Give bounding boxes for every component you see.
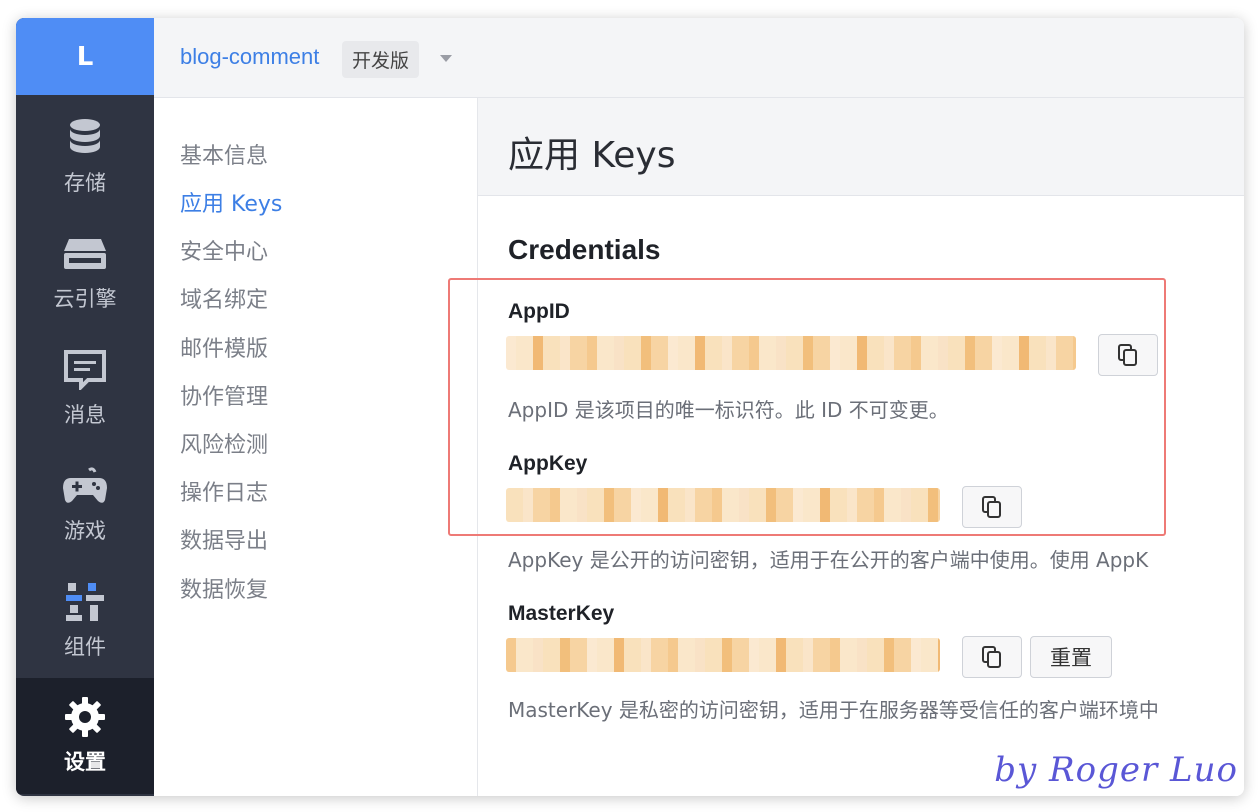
redacted-pixel	[884, 638, 894, 672]
message-icon	[62, 347, 108, 393]
masterkey-label: MasterKey	[508, 602, 615, 625]
redacted-pixel	[641, 638, 651, 672]
subnav-item-security[interactable]: 安全中心	[180, 234, 268, 266]
subnav-item-collaboration[interactable]: 协作管理	[180, 379, 268, 411]
rail-item-settings[interactable]: 设置	[16, 678, 154, 794]
main-rail: L 存储 云引擎 消息 游戏 组件 设置	[16, 18, 154, 796]
redacted-pixel	[506, 638, 516, 672]
redacted-pixel	[840, 638, 857, 672]
redacted-pixel	[803, 638, 813, 672]
subnav-item-export[interactable]: 数据导出	[180, 523, 268, 555]
subnav-item-risk[interactable]: 风险检测	[180, 427, 268, 459]
subnav-item-app-keys[interactable]: 应用 Keys	[180, 186, 282, 218]
content-header: 应用 Keys	[478, 98, 1244, 196]
app-header: blog-comment 开发版	[154, 18, 1244, 98]
redacted-pixel	[614, 638, 624, 672]
rail-item-components[interactable]: 组件	[16, 559, 154, 675]
appkey-help: AppKey 是公开的访问密钥，适用于在公开的客户端中使用。使用 AppK	[508, 548, 1149, 572]
subnav-item-basic-info[interactable]: 基本信息	[180, 138, 268, 170]
redacted-pixel	[560, 638, 570, 672]
redacted-pixel	[857, 638, 867, 672]
author-watermark: by Roger Luo	[994, 750, 1238, 790]
redacted-pixel	[570, 638, 587, 672]
copy-icon	[982, 646, 1001, 668]
redacted-pixel	[911, 638, 921, 672]
redacted-pixel	[759, 638, 776, 672]
redacted-pixel	[624, 638, 641, 672]
subnav-item-restore[interactable]: 数据恢复	[180, 572, 268, 604]
highlight-annotation	[448, 278, 1166, 536]
rail-item-label: 云引擎	[53, 287, 117, 311]
database-icon	[62, 115, 108, 161]
redacted-pixel	[786, 638, 803, 672]
rail-item-label: 组件	[64, 635, 106, 659]
subnav-item-domain[interactable]: 域名绑定	[180, 282, 268, 314]
redacted-pixel	[894, 638, 911, 672]
redacted-pixel	[867, 638, 884, 672]
redacted-pixel	[543, 638, 560, 672]
redacted-pixel	[813, 638, 830, 672]
redacted-pixel	[722, 638, 732, 672]
rail-item-label: 设置	[64, 750, 106, 774]
redacted-pixel	[516, 638, 533, 672]
masterkey-value-redacted	[506, 638, 940, 672]
rail-item-label: 消息	[64, 403, 106, 427]
redacted-pixel	[587, 638, 597, 672]
rail-item-storage[interactable]: 存储	[16, 95, 154, 211]
redacted-pixel	[776, 638, 786, 672]
redacted-pixel	[695, 638, 705, 672]
reset-masterkey-button[interactable]: 重置	[1030, 636, 1112, 678]
rail-item-label: 存储	[64, 171, 106, 195]
rail-item-label: 游戏	[64, 519, 106, 543]
redacted-pixel	[830, 638, 840, 672]
redacted-pixel	[732, 638, 749, 672]
redacted-pixel	[678, 638, 695, 672]
redacted-pixel	[597, 638, 614, 672]
section-title: Credentials	[508, 234, 661, 265]
redacted-pixel	[668, 638, 678, 672]
chevron-down-icon[interactable]	[440, 55, 452, 62]
redacted-pixel	[938, 638, 940, 672]
server-icon	[62, 231, 108, 277]
gear-icon	[62, 694, 108, 740]
redacted-pixel	[749, 638, 759, 672]
redacted-pixel	[651, 638, 668, 672]
copy-masterkey-button[interactable]	[962, 636, 1022, 678]
subnav-item-logs[interactable]: 操作日志	[180, 475, 268, 507]
settings-subnav: 基本信息 应用 Keys 安全中心 域名绑定 邮件模版 协作管理 风险检测 操作…	[154, 98, 478, 796]
redacted-pixel	[921, 638, 938, 672]
components-icon	[62, 579, 108, 625]
redacted-pixel	[705, 638, 722, 672]
rail-item-games[interactable]: 游戏	[16, 443, 154, 559]
subnav-item-email-templates[interactable]: 邮件模版	[180, 331, 268, 363]
rail-item-messages[interactable]: 消息	[16, 327, 154, 443]
app-name-link[interactable]: blog-comment	[180, 44, 319, 70]
gamepad-icon	[62, 463, 108, 509]
redacted-pixel	[533, 638, 543, 672]
plan-badge: 开发版	[342, 41, 420, 78]
rail-item-engine[interactable]: 云引擎	[16, 211, 154, 327]
page-title: 应用 Keys	[508, 135, 676, 176]
app-logo[interactable]: L	[16, 18, 154, 95]
masterkey-help: MasterKey 是私密的访问密钥，适用于在服务器等受信任的客户端环境中	[508, 698, 1159, 722]
